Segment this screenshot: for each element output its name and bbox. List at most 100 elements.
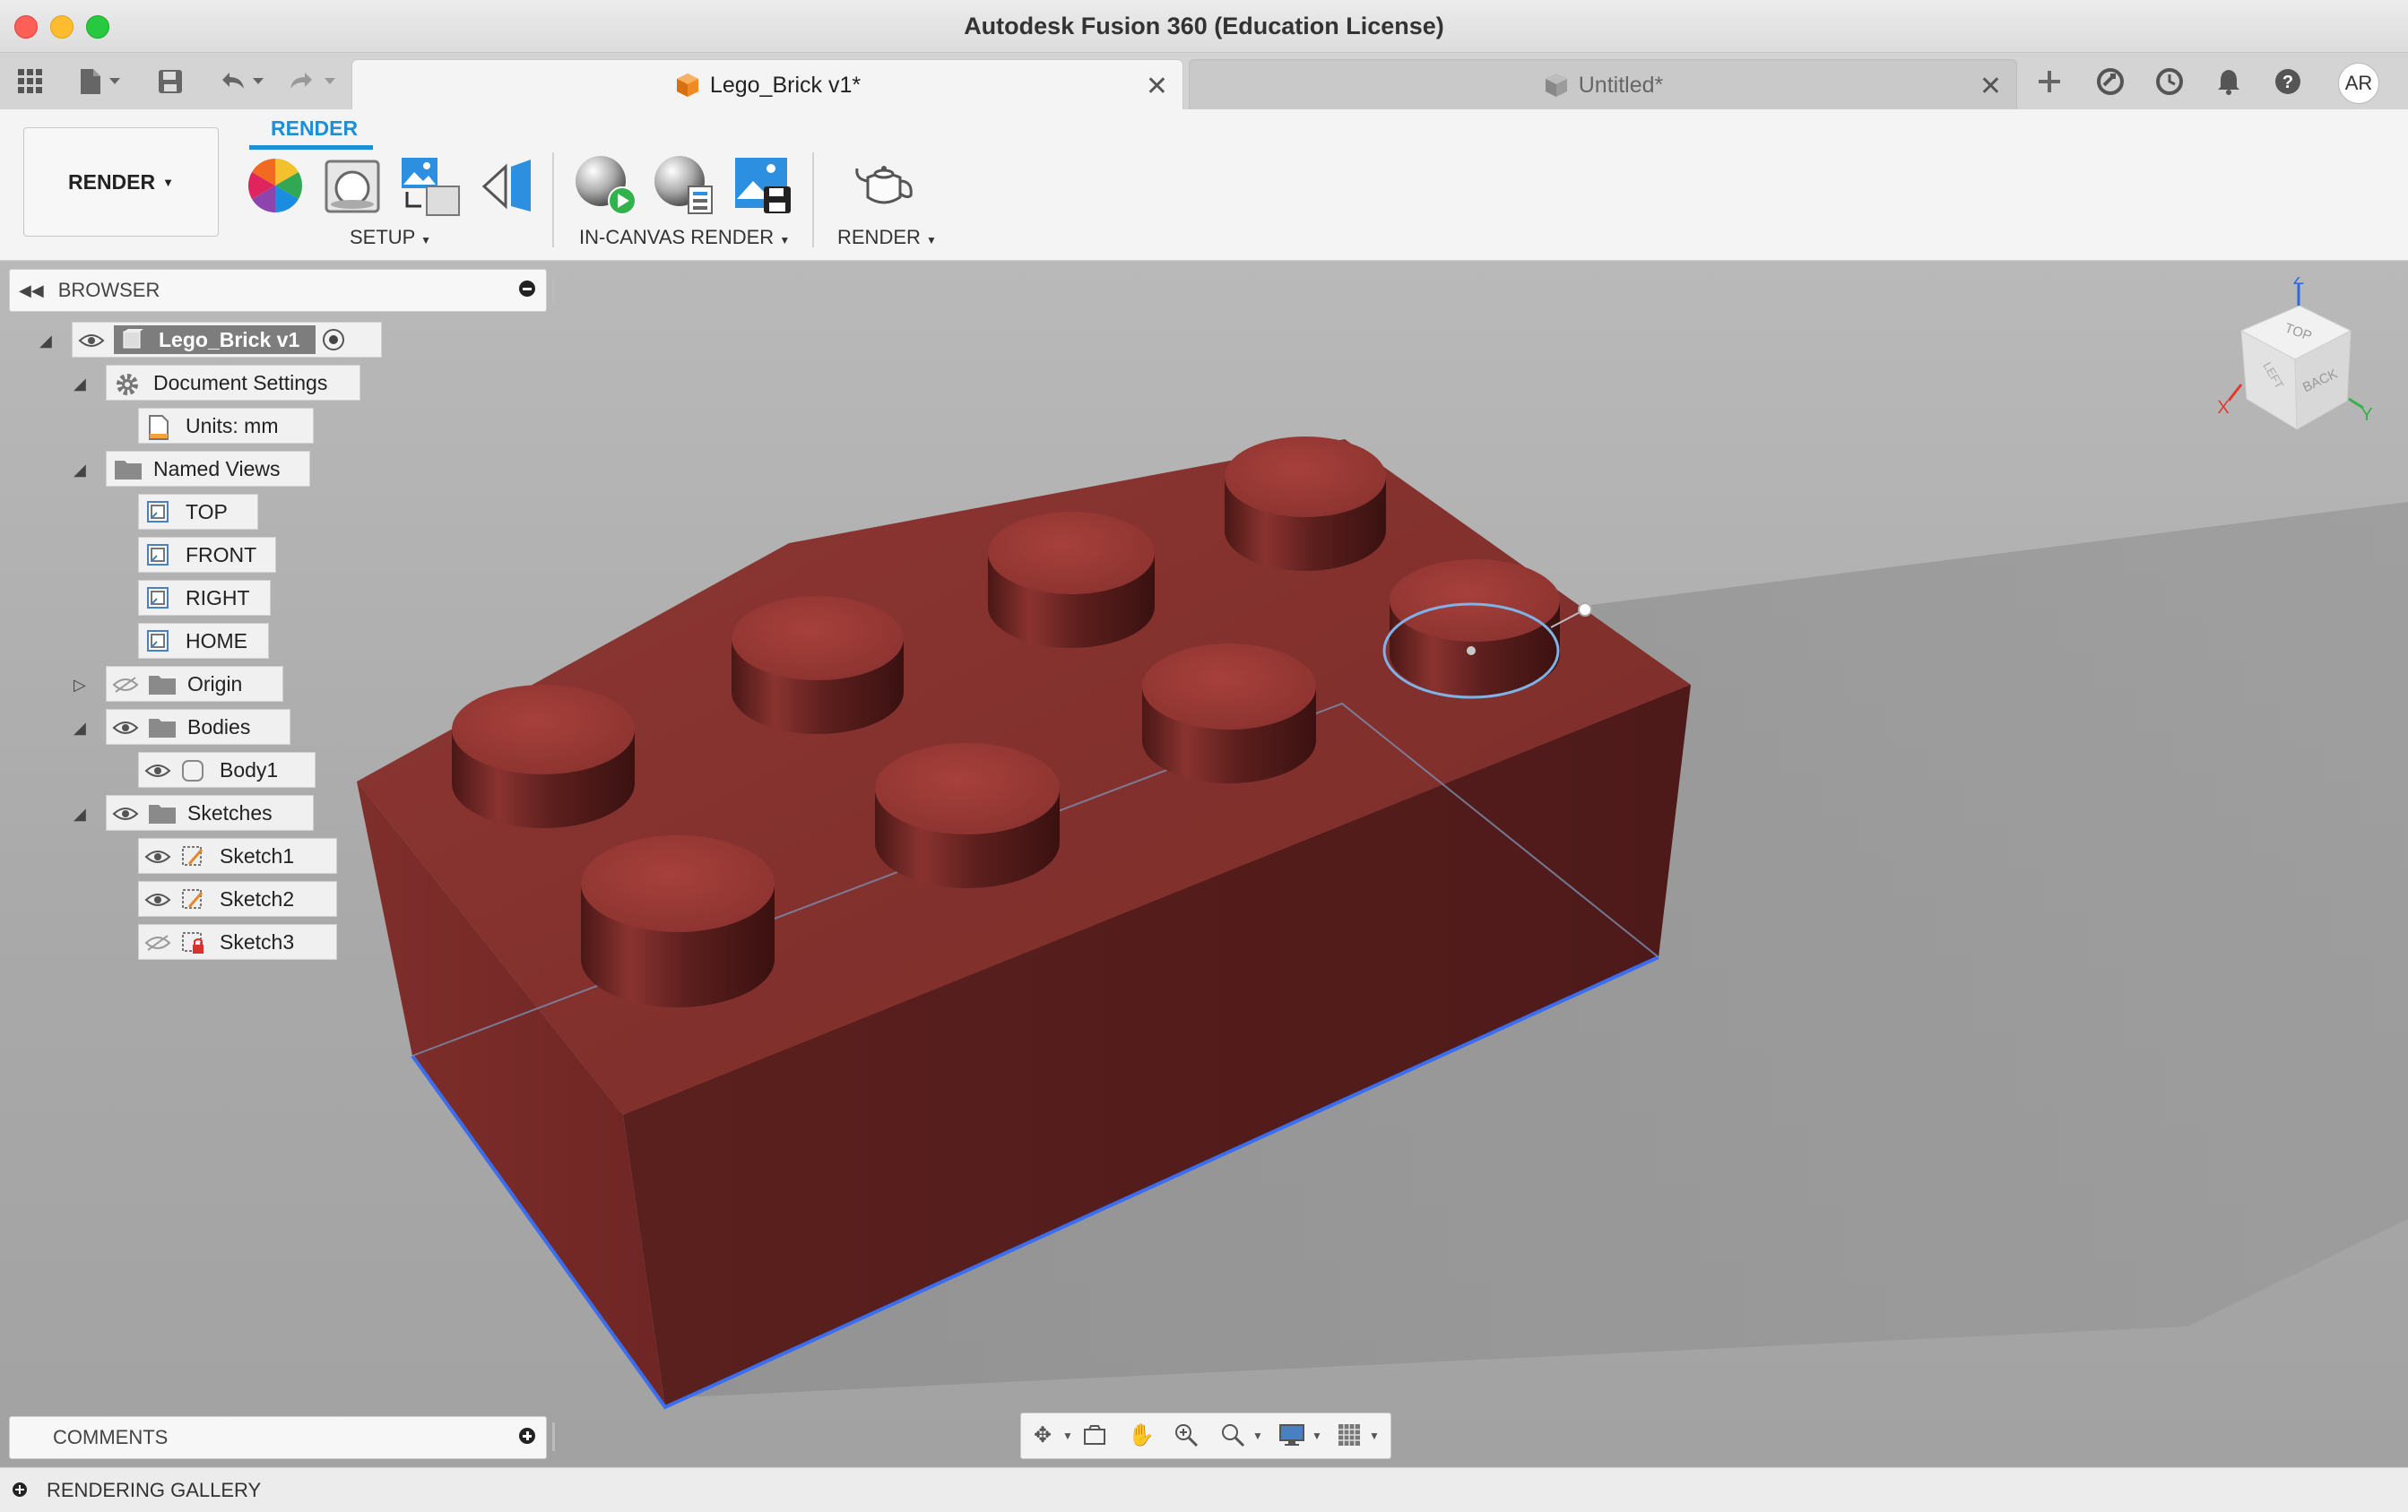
chevron-down-icon[interactable]: ▼ — [1303, 1430, 1331, 1456]
named-view-icon — [146, 500, 173, 523]
scene-settings-icon[interactable] — [323, 158, 382, 215]
undo-icon[interactable] — [212, 66, 269, 97]
expand-toggle-icon[interactable]: ◢ — [74, 375, 86, 393]
tab-lego-brick[interactable]: Lego_Brick v1* ✕ — [351, 59, 1183, 110]
units-node[interactable]: Units: mm — [138, 408, 314, 444]
visibility-eye-icon[interactable] — [78, 331, 105, 349]
chevron-down-icon[interactable]: ▼ — [1360, 1430, 1389, 1456]
visibility-hidden-icon[interactable] — [144, 933, 171, 951]
redo-icon[interactable] — [283, 66, 341, 97]
chevron-down-icon[interactable]: ▼ — [1053, 1430, 1082, 1456]
workspace-switcher-button[interactable]: RENDER ▼ — [23, 127, 219, 237]
component-cube-icon — [1545, 73, 1567, 97]
canvas-viewport[interactable]: TOP BACK LEFT Z X Y — [0, 261, 2408, 1466]
panel-options-icon[interactable] — [519, 281, 535, 297]
sketch1-node[interactable]: Sketch1 — [138, 838, 337, 874]
expand-toggle-icon[interactable]: ◢ — [74, 719, 86, 738]
browser-panel-header[interactable]: ◀◀ BROWSER — [9, 269, 555, 312]
render-teapot-icon[interactable] — [852, 161, 916, 212]
new-tab-icon[interactable] — [2031, 66, 2067, 97]
svg-text:?: ? — [2282, 73, 2293, 92]
document-settings-node[interactable]: Document Settings — [106, 365, 360, 401]
zoom-icon[interactable] — [1172, 1422, 1200, 1449]
expand-toggle-icon[interactable]: ◢ — [39, 332, 52, 350]
view-cube[interactable]: TOP BACK LEFT Z X Y — [2214, 269, 2376, 447]
render-group-label[interactable]: RENDER ▼ — [837, 226, 937, 249]
chevron-down-icon[interactable]: ▼ — [1243, 1430, 1272, 1456]
node-label: RIGHT — [186, 585, 250, 609]
folder-icon — [148, 801, 176, 825]
origin-node[interactable]: Origin — [106, 666, 283, 702]
window-title: Autodesk Fusion 360 (Education License) — [964, 13, 1444, 39]
gear-icon — [114, 371, 141, 395]
node-label: Document Settings — [153, 370, 328, 394]
node-label: Named Views — [153, 456, 281, 480]
sketch2-node[interactable]: Sketch2 — [138, 881, 337, 917]
visibility-hidden-icon[interactable] — [112, 675, 139, 693]
texture-map-icon[interactable] — [400, 156, 461, 217]
sketch-icon — [180, 887, 207, 911]
tab-label: Lego_Brick v1* — [709, 72, 862, 98]
panel-resize-handle[interactable] — [552, 275, 555, 304]
close-tab-icon[interactable]: ✕ — [1979, 71, 2002, 102]
activate-radio-icon[interactable] — [323, 329, 345, 350]
expand-gallery-icon[interactable] — [13, 1482, 27, 1497]
setup-group-label[interactable]: SETUP ▼ — [350, 226, 431, 249]
visibility-eye-icon[interactable] — [144, 890, 171, 908]
help-icon[interactable]: ? — [2270, 66, 2306, 97]
browser-title: BROWSER — [57, 279, 160, 301]
visibility-eye-icon[interactable] — [112, 804, 139, 822]
user-avatar[interactable]: AR — [2338, 63, 2379, 104]
named-view-front[interactable]: FRONT — [138, 537, 276, 573]
add-comment-icon[interactable] — [519, 1428, 535, 1444]
save-icon[interactable] — [154, 66, 186, 97]
expand-toggle-icon[interactable]: ◢ — [74, 461, 86, 480]
decal-icon[interactable] — [481, 158, 534, 215]
data-panel-grid-icon[interactable] — [14, 66, 47, 97]
extensions-icon[interactable] — [2092, 66, 2128, 97]
sketch3-node[interactable]: Sketch3 — [138, 924, 337, 960]
axis-y-label: Y — [2360, 405, 2372, 425]
notifications-bell-icon[interactable] — [2211, 66, 2247, 97]
root-label: Lego_Brick v1 — [159, 327, 300, 351]
in-canvas-settings-icon[interactable] — [653, 154, 717, 217]
panel-resize-handle[interactable] — [552, 1422, 555, 1451]
collapse-panel-icon[interactable]: ◀◀ — [19, 281, 44, 300]
expand-toggle-icon[interactable]: ◢ — [74, 805, 86, 824]
named-view-right[interactable]: RIGHT — [138, 580, 271, 616]
comments-panel-header[interactable]: COMMENTS — [9, 1416, 555, 1459]
named-view-top[interactable]: TOP — [138, 494, 258, 530]
document-component-icon — [123, 329, 143, 349]
node-label: Sketches — [187, 800, 273, 825]
navigation-toolbar: ✥ ▼ ✋ ▼ ▼ ▼ — [1020, 1413, 1391, 1459]
bodies-node[interactable]: Bodies — [106, 709, 290, 745]
named-views-node[interactable]: Named Views — [106, 451, 310, 487]
job-status-icon[interactable] — [2152, 66, 2187, 97]
node-label: TOP — [186, 499, 228, 523]
tab-render[interactable]: RENDER — [271, 117, 358, 141]
rendering-gallery-bar[interactable]: RENDERING GALLERY — [0, 1467, 2408, 1512]
toolbar-divider — [812, 152, 814, 247]
in-canvas-render-icon[interactable] — [574, 154, 638, 217]
browser-root-node[interactable]: Lego_Brick v1 — [72, 322, 382, 358]
sketch-locked-icon — [180, 930, 207, 954]
lego-brick-model[interactable] — [0, 261, 2408, 1466]
file-menu-icon[interactable] — [74, 66, 127, 97]
pan-hand-icon[interactable]: ✋ — [1127, 1422, 1156, 1449]
expand-toggle-icon[interactable]: ▷ — [74, 676, 86, 695]
appearance-icon[interactable] — [246, 156, 305, 215]
visibility-eye-icon[interactable] — [144, 847, 171, 865]
sketches-node[interactable]: Sketches — [106, 795, 314, 831]
root-label-highlight: Lego_Brick v1 — [114, 325, 316, 354]
capture-image-icon[interactable] — [733, 156, 793, 215]
close-tab-icon[interactable]: ✕ — [1146, 71, 1168, 102]
in-canvas-render-group-label[interactable]: IN-CANVAS RENDER ▼ — [579, 226, 790, 249]
node-label: Sketch1 — [220, 843, 295, 868]
tab-untitled[interactable]: Untitled* ✕ — [1189, 59, 2017, 110]
visibility-eye-icon[interactable] — [112, 718, 139, 736]
visibility-eye-icon[interactable] — [144, 761, 171, 779]
named-view-home[interactable]: HOME — [138, 623, 269, 659]
workspace-label: RENDER — [68, 169, 156, 194]
look-at-icon[interactable] — [1080, 1422, 1109, 1449]
body1-node[interactable]: Body1 — [138, 752, 316, 788]
